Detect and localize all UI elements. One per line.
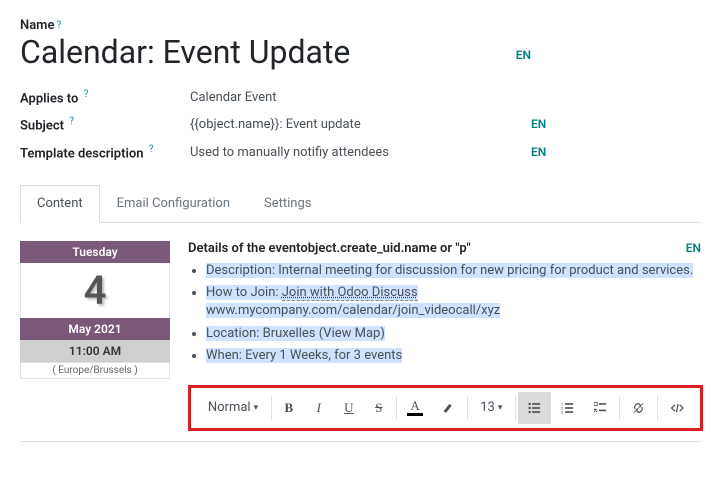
calendar-month: May 2021 <box>20 318 170 340</box>
help-icon[interactable]: ? <box>69 116 74 127</box>
bold-button[interactable]: B <box>274 392 304 424</box>
list-ol-icon: 1 2 3 <box>561 400 574 416</box>
tab-bar: Content Email Configuration Settings <box>20 185 701 223</box>
template-desc-label: Template description <box>20 146 143 161</box>
detail-location: Location: Bruxelles (View Map) <box>206 325 701 343</box>
svg-text:3: 3 <box>561 410 563 415</box>
details-heading: Details of the eventobject.create_uid.na… <box>188 241 471 256</box>
editor-toolbar-highlight: Normal▾ B I U S A 13▾ <box>188 385 703 431</box>
code-icon <box>670 400 685 416</box>
template-desc-value[interactable]: Used to manually notifiy attendees <box>190 145 531 160</box>
lang-badge[interactable]: EN <box>686 241 701 255</box>
lang-badge[interactable]: EN <box>516 48 531 62</box>
applies-to-value[interactable]: Calendar Event <box>190 90 531 105</box>
applies-to-label: Applies to <box>20 91 78 106</box>
calendar-day: 4 <box>20 263 170 318</box>
font-size-dropdown[interactable]: 13▾ <box>469 392 513 424</box>
highlight-color-button[interactable] <box>432 392 465 424</box>
detail-how-to-join: How to Join: Join with Odoo Discuss www.… <box>206 284 701 320</box>
lang-badge[interactable]: EN <box>531 117 546 131</box>
underline-button[interactable]: U <box>334 392 364 424</box>
calendar-widget: Tuesday 4 May 2021 11:00 AM ( Europe/Bru… <box>20 241 170 379</box>
help-icon[interactable]: ? <box>149 144 154 155</box>
tab-content[interactable]: Content <box>20 185 100 223</box>
brush-icon <box>442 400 455 416</box>
unlink-icon <box>632 400 645 416</box>
calendar-weekday: Tuesday <box>20 241 170 263</box>
calendar-time: 11:00 AM <box>20 340 170 362</box>
unlink-button[interactable] <box>622 392 655 424</box>
subject-value[interactable]: {{object.name}}: Event update <box>190 117 531 132</box>
divider <box>20 441 701 442</box>
italic-button[interactable]: I <box>304 392 334 424</box>
unordered-list-button[interactable] <box>518 392 551 424</box>
code-view-button[interactable] <box>660 392 695 424</box>
detail-description: Description: Internal meeting for discus… <box>206 262 701 280</box>
paragraph-style-dropdown[interactable]: Normal▾ <box>197 392 269 424</box>
checklist-button[interactable] <box>584 392 617 424</box>
calendar-timezone: ( Europe/Brussels ) <box>20 362 170 379</box>
checklist-icon <box>594 400 607 416</box>
list-ul-icon <box>528 400 541 416</box>
subject-label: Subject <box>20 119 64 134</box>
name-label: Name <box>20 18 54 33</box>
ordered-list-button[interactable]: 1 2 3 <box>551 392 584 424</box>
editor-toolbar: Normal▾ B I U S A 13▾ <box>191 388 700 428</box>
tab-settings[interactable]: Settings <box>247 185 328 222</box>
detail-when: When: Every 1 Weeks, for 3 events <box>206 347 701 365</box>
join-link[interactable]: Join with Odoo Discuss <box>282 285 418 301</box>
lang-badge[interactable]: EN <box>531 145 546 159</box>
font-color-button[interactable]: A <box>399 392 432 424</box>
event-details[interactable]: Details of the eventobject.create_uid.na… <box>188 241 701 379</box>
name-value[interactable]: Calendar: Event Update <box>20 33 350 71</box>
help-icon[interactable]: ? <box>56 20 61 31</box>
help-icon[interactable]: ? <box>84 89 89 100</box>
strikethrough-button[interactable]: S <box>364 392 394 424</box>
tab-email-configuration[interactable]: Email Configuration <box>100 185 247 222</box>
